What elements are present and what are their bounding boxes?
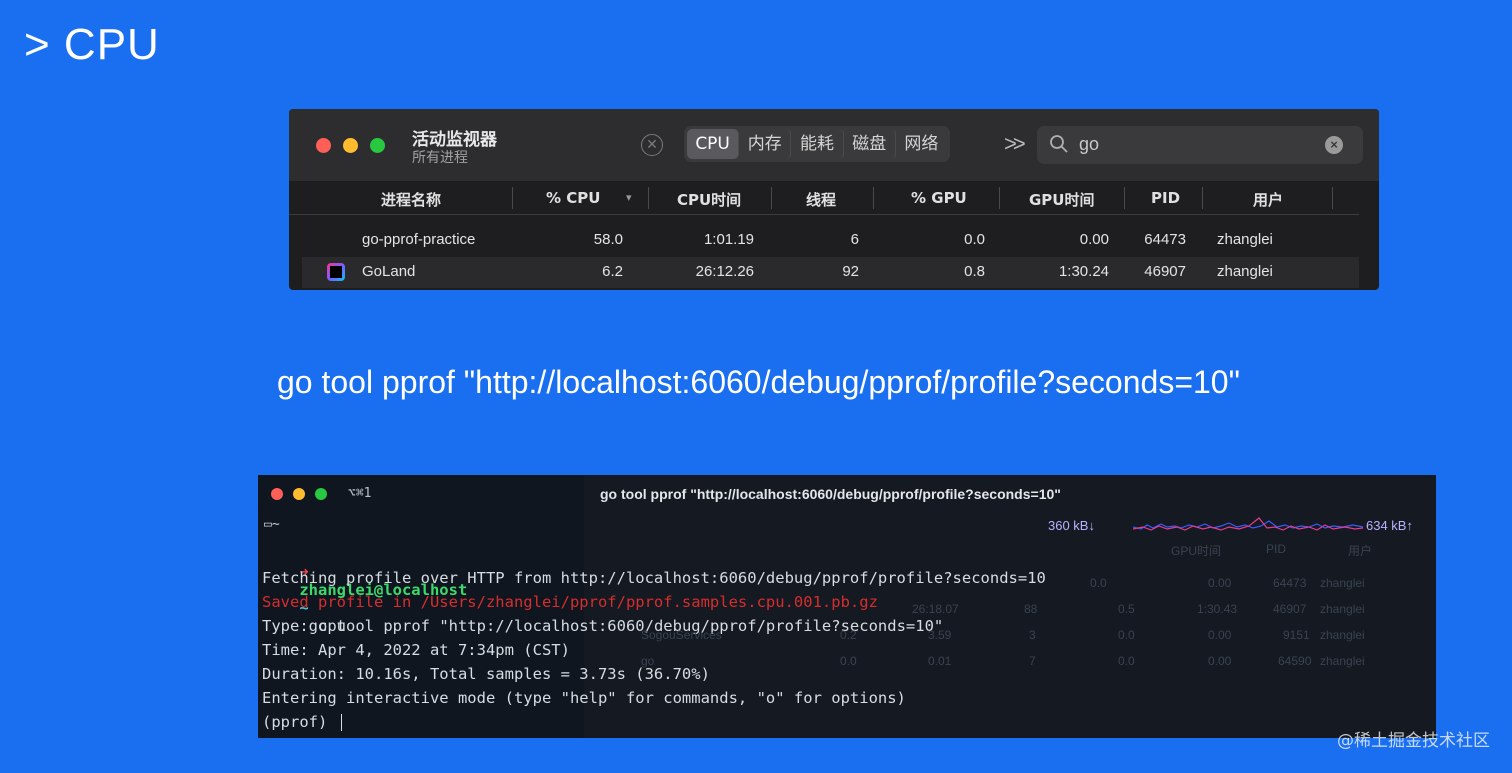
ghost-header: 用户	[1348, 544, 1373, 558]
activity-monitor-toolbar: 活动监视器 所有进程 ✕ CPU 内存 能耗 磁盘 网络 >> go ×	[289, 109, 1379, 181]
ghost-cell: 46907	[1273, 602, 1307, 616]
ghost-cell: 0.01	[928, 654, 952, 668]
terminal-window[interactable]: ⌥⌘1 go tool pprof "http://localhost:6060…	[258, 475, 1436, 738]
gpu-time: 0.00	[1079, 231, 1109, 248]
user: zhanglei	[1217, 231, 1273, 248]
threads: 92	[842, 263, 859, 280]
ghost-cell: 0.00	[1208, 576, 1232, 590]
ghost-cell: 0.0	[840, 654, 857, 668]
table-row[interactable]: go-pprof-practice 58.0 1:01.19 6 0.0 0.0…	[302, 225, 1359, 256]
terminal-output-line: Type: cpu	[262, 617, 346, 635]
terminal-output-line: Time: Apr 4, 2022 at 7:34pm (CST)	[262, 641, 570, 659]
ghost-cell: zhanglei	[1320, 602, 1365, 616]
pid: 46907	[1144, 263, 1186, 280]
zoom-window-button[interactable]	[370, 138, 385, 153]
ghost-cell: 0.0	[1090, 576, 1107, 590]
tab-network[interactable]: 网络	[896, 129, 947, 159]
terminal-output-line: Entering interactive mode (type "help" f…	[262, 689, 906, 707]
column-cpu-percent[interactable]: % CPU	[546, 189, 600, 207]
ghost-cell: 3	[1029, 628, 1036, 642]
chevrons-right-icon[interactable]: >>	[1004, 131, 1026, 157]
ghost-cell: SogouServices	[641, 628, 722, 642]
gpu-percent: 0.0	[964, 231, 985, 248]
tab-cpu[interactable]: CPU	[687, 129, 740, 159]
table-row[interactable]: GoLand 6.2 26:12.26 92 0.8 1:30.24 46907…	[302, 257, 1359, 288]
terminal-input-line[interactable]: (pprof)	[262, 713, 342, 731]
pid: 64473	[1144, 231, 1186, 248]
close-window-button[interactable]	[316, 138, 331, 153]
cpu-time: 26:12.26	[695, 263, 754, 280]
ghost-cell: go	[641, 654, 655, 668]
cpu-percent: 58.0	[593, 231, 623, 248]
terminal-window-title: go tool pprof "http://localhost:6060/deb…	[600, 486, 1061, 502]
process-name: GoLand	[362, 263, 416, 280]
column-process-name[interactable]: 进程名称	[381, 189, 441, 210]
minimize-window-button[interactable]	[343, 138, 358, 153]
tab-memory[interactable]: 内存	[739, 129, 792, 159]
network-activity-graph	[1133, 517, 1363, 531]
ghost-cell: 88	[1024, 602, 1038, 616]
activity-monitor-window: 活动监视器 所有进程 ✕ CPU 内存 能耗 磁盘 网络 >> go × 进程名…	[289, 109, 1379, 290]
watermark: @稀土掘金技术社区	[1337, 731, 1490, 751]
close-window-button[interactable]	[271, 488, 283, 500]
search-icon	[1050, 135, 1068, 153]
ghost-cell: 0.0	[1118, 628, 1135, 642]
ghost-cell: 7	[1029, 654, 1036, 668]
minimize-window-button[interactable]	[293, 488, 305, 500]
category-tabs: CPU 内存 能耗 磁盘 网络	[684, 126, 950, 162]
clear-search-icon[interactable]: ×	[1325, 136, 1343, 154]
threads: 6	[850, 231, 859, 248]
ghost-cell: 26:18.07	[912, 602, 959, 616]
sort-chevron-down-icon[interactable]: ▾	[626, 191, 632, 204]
window-subtitle: 所有进程	[412, 150, 468, 166]
ghost-header: GPU时间	[1171, 544, 1222, 558]
terminal-tab-shortcut[interactable]: ⌥⌘1	[348, 486, 371, 501]
slide-title: > CPU	[24, 20, 160, 69]
terminal-output-line: Saved profile in /Users/zhanglei/pprof/p…	[262, 593, 878, 611]
command-caption: go tool pprof "http://localhost:6060/deb…	[277, 364, 1240, 400]
ghost-cell: 0.5	[1118, 602, 1135, 616]
ghost-cell: 0.00	[1208, 654, 1232, 668]
search-field[interactable]: go ×	[1037, 126, 1363, 164]
column-threads[interactable]: 线程	[806, 189, 836, 210]
column-gpu-time[interactable]: GPU时间	[1029, 189, 1095, 210]
terminal-cwd: ▭~	[264, 517, 280, 532]
ghost-cell: 0.2	[840, 628, 857, 642]
ghost-cell: zhanglei	[1320, 628, 1365, 642]
table-header: 进程名称 % CPU ▾ CPU时间 线程 % GPU GPU时间 PID 用户	[289, 181, 1359, 215]
user: zhanglei	[1217, 263, 1273, 280]
ghost-cell: zhanglei	[1320, 654, 1365, 668]
cpu-time: 1:01.19	[703, 231, 754, 248]
search-input[interactable]: go	[1079, 134, 1099, 155]
text-cursor	[340, 714, 342, 731]
network-upload-rate: 634 kB↑	[1366, 518, 1413, 533]
column-gpu-percent[interactable]: % GPU	[911, 189, 967, 207]
cpu-percent: 6.2	[602, 263, 623, 280]
ghost-header: PID	[1266, 542, 1287, 556]
column-user[interactable]: 用户	[1253, 189, 1283, 210]
ghost-cell: 9151	[1283, 628, 1310, 642]
gpu-percent: 0.8	[964, 263, 985, 280]
zoom-window-button[interactable]	[315, 488, 327, 500]
terminal-output-line: Fetching profile over HTTP from http://l…	[262, 569, 1046, 587]
ghost-cell: 1:30.43	[1197, 602, 1238, 616]
goland-app-icon	[327, 263, 345, 281]
tab-energy[interactable]: 能耗	[791, 129, 844, 159]
tab-disk[interactable]: 磁盘	[844, 129, 896, 159]
process-name: go-pprof-practice	[362, 231, 476, 248]
ghost-cell: 64473	[1273, 576, 1307, 590]
ghost-cell: zhanglei	[1320, 576, 1365, 590]
column-cpu-time[interactable]: CPU时间	[677, 189, 741, 210]
stop-process-button[interactable]: ✕	[641, 134, 663, 156]
ghost-cell: 0.0	[1118, 654, 1135, 668]
ghost-cell: 3.59	[928, 628, 952, 642]
terminal-titlebar: ⌥⌘1 go tool pprof "http://localhost:6060…	[258, 475, 1436, 511]
gpu-time: 1:30.24	[1058, 263, 1109, 280]
ghost-cell: 0.00	[1208, 628, 1232, 642]
column-pid[interactable]: PID	[1151, 189, 1180, 207]
network-download-rate: 360 kB↓	[1048, 518, 1095, 533]
folder-icon: ▭	[264, 517, 272, 532]
ghost-cell: 64590	[1278, 654, 1312, 668]
